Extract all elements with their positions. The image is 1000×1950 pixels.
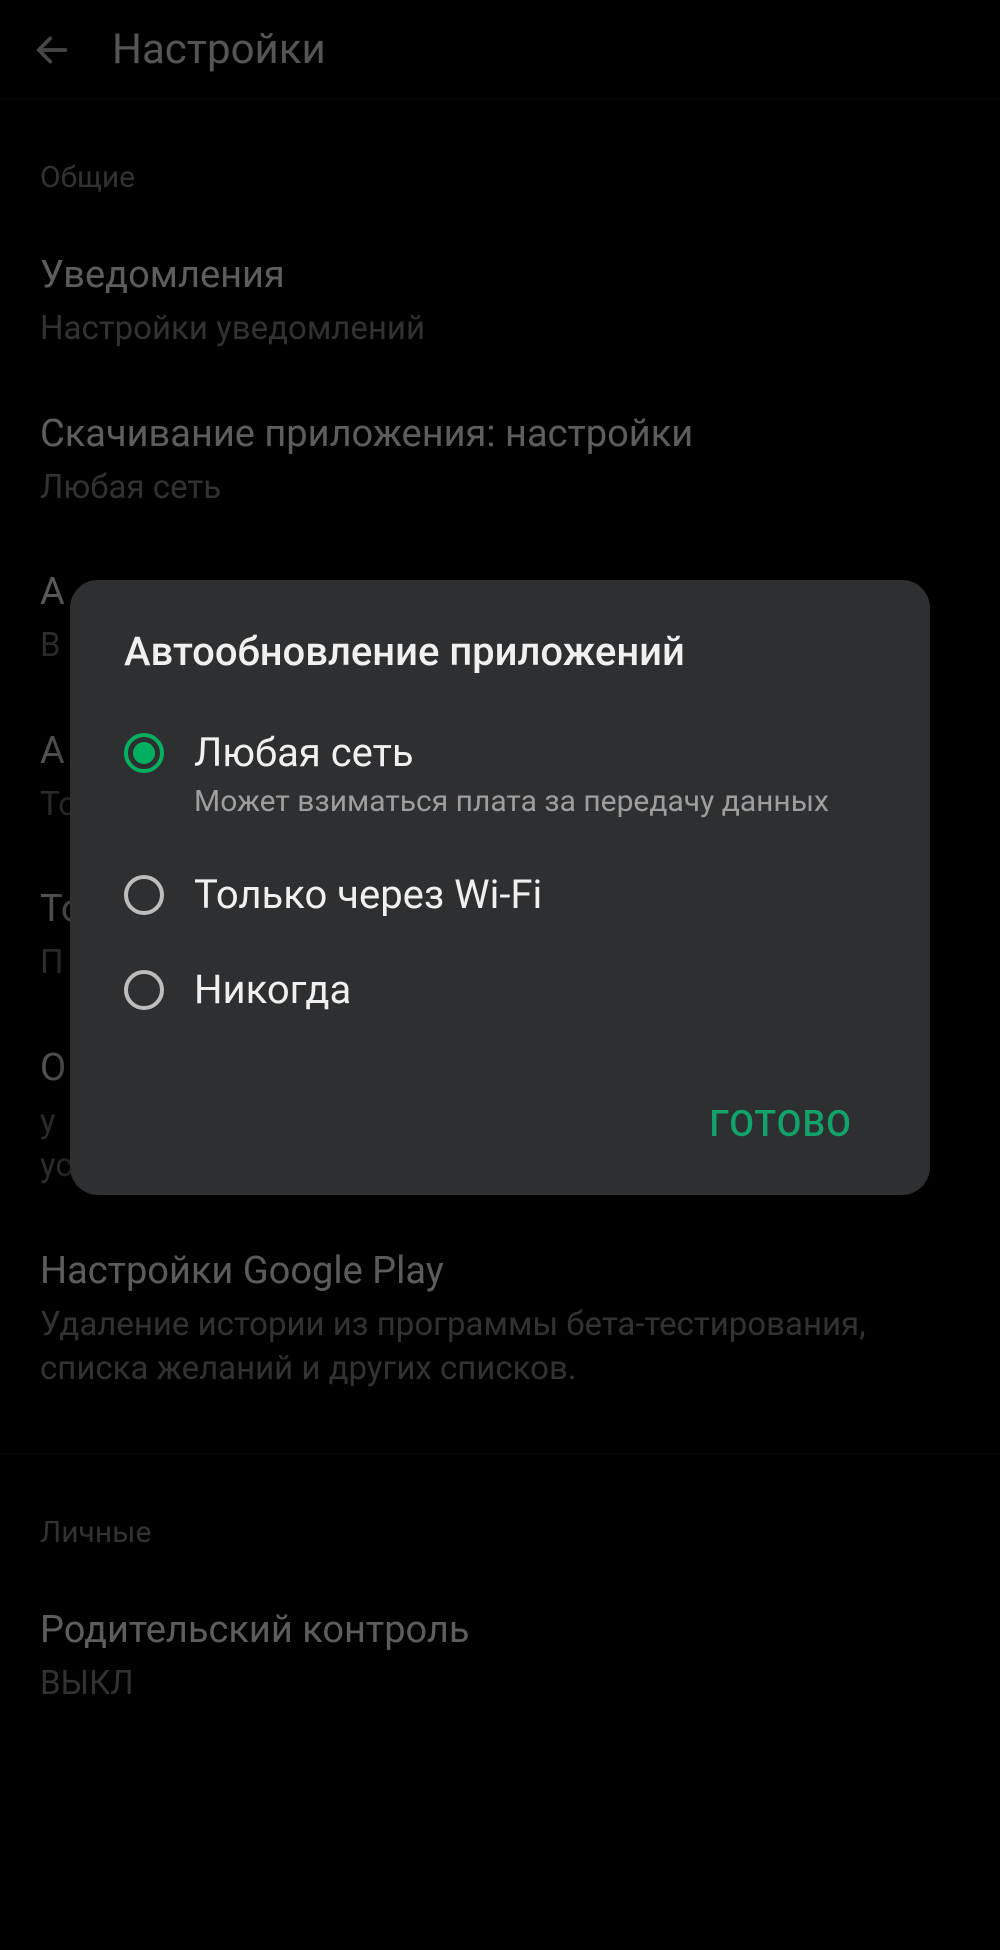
radio-description: Может взиматься плата за передачу данных xyxy=(194,782,829,823)
radio-option-any-network[interactable]: Любая сеть Может взиматься плата за пере… xyxy=(70,705,930,847)
radio-texts: Никогда xyxy=(194,966,351,1013)
dialog-title: Автообновление приложений xyxy=(70,628,930,705)
radio-dot-icon xyxy=(133,742,155,764)
radio-texts: Любая сеть Может взиматься плата за пере… xyxy=(194,729,829,823)
radio-icon xyxy=(124,970,164,1010)
radio-option-wifi-only[interactable]: Только через Wi-Fi xyxy=(70,847,930,942)
radio-icon xyxy=(124,733,164,773)
radio-label: Любая сеть xyxy=(194,729,829,776)
dialog-confirm-button[interactable]: ГОТОВО xyxy=(691,1093,870,1155)
radio-texts: Только через Wi-Fi xyxy=(194,871,542,918)
dialog-actions: ГОТОВО xyxy=(70,1037,930,1161)
radio-option-never[interactable]: Никогда xyxy=(70,942,930,1037)
radio-label: Только через Wi-Fi xyxy=(194,871,542,918)
radio-label: Никогда xyxy=(194,966,351,1013)
auto-update-dialog: Автообновление приложений Любая сеть Мож… xyxy=(70,580,930,1195)
radio-icon xyxy=(124,875,164,915)
